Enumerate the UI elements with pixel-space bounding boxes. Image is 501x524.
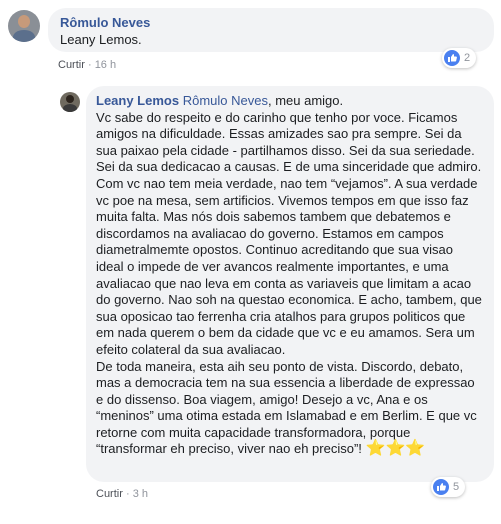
- reply-like-count[interactable]: 5: [431, 477, 466, 497]
- reply-paragraph-1: Vc sabe do respeito e do carinho que ten…: [96, 109, 482, 357]
- comment-like-count[interactable]: 2: [442, 48, 477, 68]
- reply-bubble: Leany Lemos Rômulo Neves, meu amigo. Vc …: [86, 86, 494, 482]
- comment-meta: Curtir · 16 h: [58, 59, 116, 71]
- separator-dot: ·: [87, 59, 92, 71]
- reply-header: Leany Lemos Rômulo Neves, meu amigo.: [96, 93, 484, 110]
- reply-avatar[interactable]: [60, 92, 80, 112]
- like-count: 5: [453, 481, 460, 493]
- separator-dot: ·: [125, 488, 130, 500]
- comment-bubble: Rômulo Neves Leany Lemos.: [48, 8, 494, 52]
- reply-mention[interactable]: Rômulo Neves: [183, 93, 268, 108]
- like-icon: [444, 50, 460, 66]
- reply-greeting: , meu amigo.: [267, 93, 344, 108]
- like-link[interactable]: Curtir: [58, 59, 85, 71]
- reply-meta: Curtir · 3 h: [96, 488, 148, 500]
- reply-paragraph-2: De toda maneira, esta aih seu ponto de v…: [96, 359, 484, 459]
- like-icon: [433, 479, 449, 495]
- comment-text: Leany Lemos.: [60, 31, 142, 47]
- reply-author[interactable]: Leany Lemos: [96, 93, 179, 108]
- reply-timestamp[interactable]: 3 h: [133, 488, 148, 500]
- star-emojis: ⭐⭐⭐: [365, 440, 426, 458]
- comment-author[interactable]: Rômulo Neves: [60, 15, 482, 32]
- comment-timestamp[interactable]: 16 h: [95, 59, 116, 71]
- like-link[interactable]: Curtir: [96, 488, 123, 500]
- like-count: 2: [464, 52, 471, 64]
- comment-avatar[interactable]: [8, 10, 40, 42]
